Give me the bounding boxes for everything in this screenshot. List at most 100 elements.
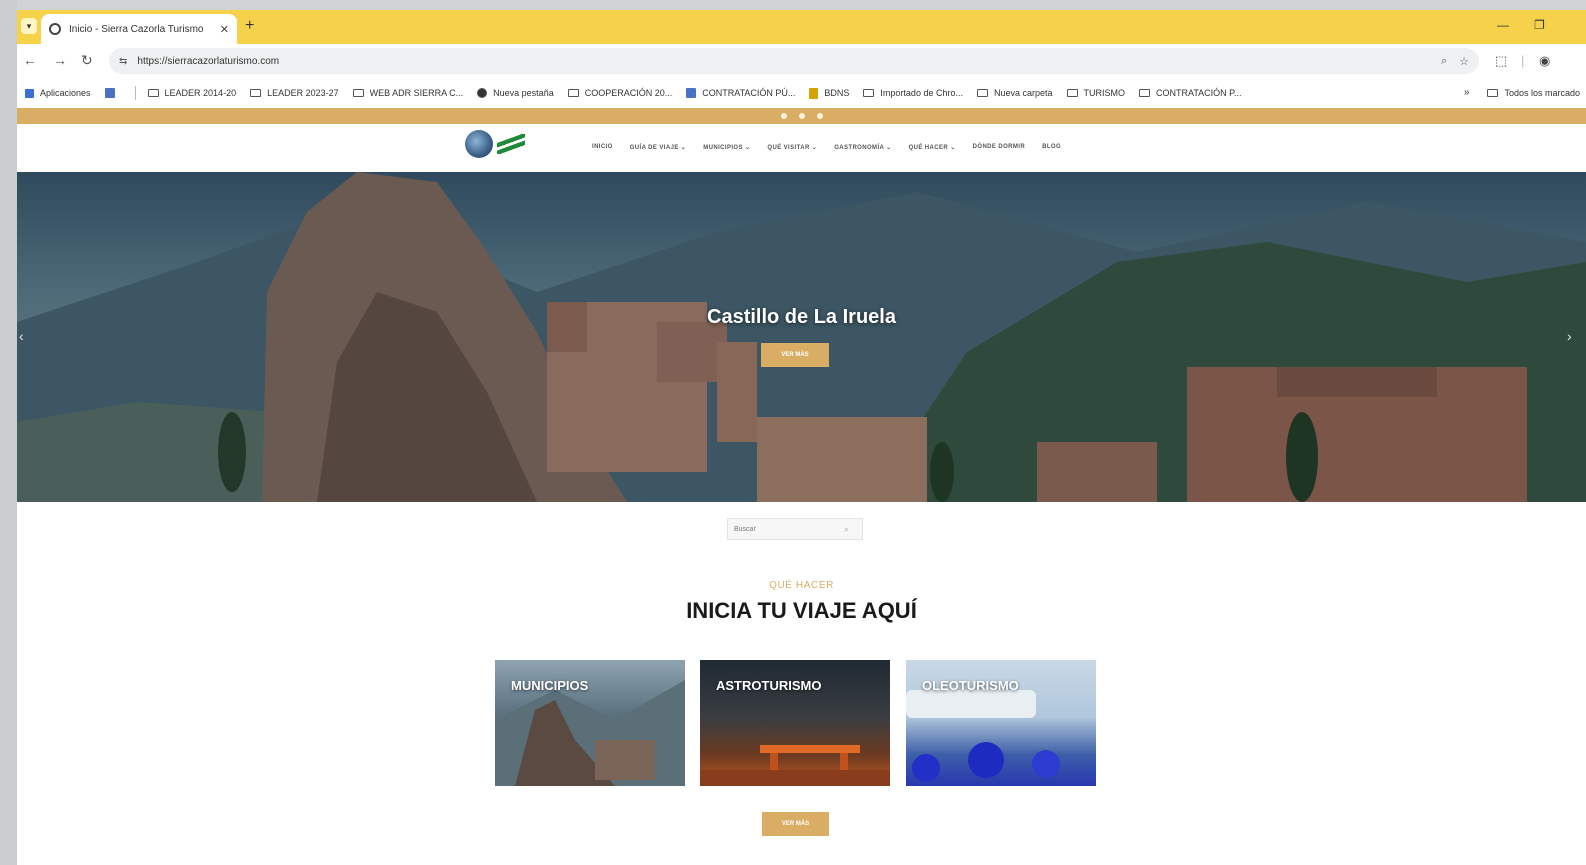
folder-icon (976, 89, 988, 97)
browser-window: ▾ Inicio - Sierra Cazorla Turismo ✕ + — … (17, 10, 1586, 865)
bookmark-label: Aplicaciones (40, 88, 91, 98)
bdns-icon (809, 87, 819, 99)
bookmark-folder[interactable]: WEB ADR SIERRA C... (352, 88, 464, 98)
folder-icon (1139, 89, 1151, 97)
menu-item-gastronomia[interactable]: GASTRONOMÍA ⌄ (834, 144, 891, 151)
apps-icon (25, 88, 34, 98)
bookmark-label: Importado de Chro... (880, 88, 963, 98)
address-bar[interactable]: ⇆ https://sierracazorlaturismo.com ⌕ ☆ (109, 48, 1479, 74)
hero-caption: Castillo de La Iruela (707, 306, 896, 328)
bookmark-separator (134, 86, 136, 100)
bookmark-label: TURISMO (1083, 88, 1126, 98)
bookmark-label: Nueva pestaña (493, 88, 554, 98)
facebook-icon[interactable] (780, 113, 787, 119)
globe-icon (49, 23, 61, 35)
section-eyebrow: QUÉ HACER (769, 580, 834, 591)
bookmark-label: Todos los marcado (1504, 87, 1580, 98)
tab-title: Inicio - Sierra Cazorla Turismo (69, 23, 204, 35)
bookmark-folder[interactable]: TURISMO (1066, 88, 1126, 98)
hero-image (17, 172, 1586, 502)
bookmark-label: WEB ADR SIERRA C... (369, 88, 464, 98)
logo-flag-icon (497, 134, 525, 154)
bookmark-folder[interactable]: LEADER 2014-20 (147, 88, 237, 98)
folder-icon (250, 89, 262, 97)
bookmark-label: LEADER 2014-20 (164, 88, 237, 98)
toolbar-divider: | (1521, 53, 1525, 68)
bookmark-link[interactable]: CONTRATACIÓN PÚ... (686, 88, 795, 98)
bookmark-folder[interactable]: Nueva carpeta (976, 88, 1053, 98)
section-title: INICIA TU VIAJE AQUÍ (686, 598, 917, 623)
card-astroturismo[interactable]: ASTROTURISMO (700, 660, 890, 786)
menu-item-inicio[interactable]: INICIO (592, 144, 613, 150)
globe-icon (477, 88, 488, 98)
folder-icon (863, 89, 875, 97)
site-navigation: INICIO GUÍA DE VIAJE ⌄ MUNICIPIOS ⌄ QUÉ … (17, 124, 1586, 170)
youtube-icon[interactable] (816, 113, 823, 119)
site-topbar (17, 108, 1586, 124)
contratacion-icon (686, 88, 697, 98)
bookmark-link[interactable]: BDNS (809, 87, 850, 99)
hero-more-button[interactable]: VER MÁS (761, 343, 829, 367)
site-logo[interactable] (465, 130, 525, 158)
hero-next-arrow-icon[interactable]: › (1567, 328, 1572, 344)
menu-item-blog[interactable]: BLOG (1042, 144, 1061, 150)
search-input[interactable] (734, 525, 844, 533)
folder-icon (567, 89, 579, 97)
menu-item-municipios[interactable]: MUNICIPIOS ⌄ (703, 144, 750, 151)
minimize-icon[interactable]: — (1497, 18, 1509, 32)
reload-icon[interactable]: ↻ (81, 52, 93, 69)
main-menu: INICIO GUÍA DE VIAJE ⌄ MUNICIPIOS ⌄ QUÉ … (592, 124, 1061, 170)
folder-icon (352, 89, 364, 97)
card-municipios[interactable]: MUNICIPIOS (495, 660, 685, 786)
bookmark-folder[interactable]: Importado de Chro... (863, 88, 963, 98)
url-text[interactable]: https://sierracazorlaturismo.com (137, 56, 1429, 67)
menu-item-guia[interactable]: GUÍA DE VIAJE ⌄ (630, 144, 686, 151)
forward-arrow-icon[interactable]: → (53, 52, 67, 68)
menu-item-que-hacer[interactable]: QUÉ HACER ⌄ (909, 144, 956, 151)
bookmark-label: COOPERACIÓN 20... (584, 88, 673, 98)
bookmark-label: BDNS (824, 88, 850, 98)
bookmark-aplicaciones[interactable]: Aplicaciones (25, 88, 91, 98)
menu-item-que-visitar[interactable]: QUÉ VISITAR ⌄ (767, 144, 817, 151)
folder-icon (1487, 88, 1499, 97)
close-icon[interactable]: ✕ (220, 23, 229, 36)
zoom-icon[interactable]: ⌕ (1441, 55, 1447, 68)
bookmark-label: CONTRATACIÓN PÚ... (702, 88, 796, 98)
all-bookmarks-folder[interactable]: Todos los marcado (1487, 88, 1580, 98)
logo-globe-icon (465, 130, 493, 158)
more-bookmarks-icon[interactable]: » (1464, 87, 1470, 98)
hero-prev-arrow-icon[interactable]: ‹ (19, 328, 24, 344)
bookmark-grid[interactable] (104, 88, 121, 98)
new-tab-button[interactable]: + (245, 17, 254, 35)
hero-slider[interactable]: ‹ › Castillo de La Iruela VER MÁS (17, 172, 1586, 502)
menu-item-donde-dormir[interactable]: DÓNDE DORMIR (973, 144, 1025, 150)
extensions-icon[interactable]: ⬚ (1495, 53, 1507, 69)
bookmark-label: Nueva carpeta (993, 88, 1053, 98)
search-icon[interactable]: ⌕ (844, 524, 849, 535)
card-label: ASTROTURISMO (716, 678, 822, 693)
folder-icon (1066, 89, 1078, 97)
browser-toolbar: ← → ↻ ⇆ https://sierracazorlaturismo.com… (17, 44, 1586, 78)
card-label: OLEOTURISMO (922, 678, 1019, 693)
bookmark-link[interactable]: Nueva pestaña (477, 88, 554, 98)
bookmark-label: LEADER 2023-27 (267, 88, 339, 98)
tab-list-button[interactable]: ▾ (21, 18, 37, 34)
bookmarks-bar: Aplicaciones LEADER 2014-20 LEADER 2023-… (17, 78, 1586, 108)
desktop-background (0, 0, 17, 865)
back-arrow-icon[interactable]: ← (23, 52, 37, 68)
maximize-icon[interactable]: ❐ (1534, 18, 1545, 32)
card-label: MUNICIPIOS (511, 678, 589, 693)
instagram-icon[interactable] (798, 113, 805, 119)
star-icon[interactable]: ☆ (1459, 55, 1469, 68)
tab-strip: ▾ Inicio - Sierra Cazorla Turismo ✕ + — … (17, 10, 1586, 44)
profile-avatar[interactable]: ◉ (1539, 53, 1550, 69)
tab-active[interactable]: Inicio - Sierra Cazorla Turismo ✕ (41, 14, 237, 44)
folder-icon (147, 89, 159, 97)
bookmark-folder[interactable]: COOPERACIÓN 20... (567, 88, 673, 98)
card-oleoturismo[interactable]: OLEOTURISMO (906, 660, 1096, 786)
bookmark-folder[interactable]: LEADER 2023-27 (250, 88, 339, 98)
site-info-icon[interactable]: ⇆ (119, 56, 127, 67)
bookmark-folder[interactable]: CONTRATACIÓN P... (1139, 88, 1242, 98)
grid-icon (104, 88, 115, 98)
section-more-button[interactable]: VER MÁS (762, 812, 829, 836)
